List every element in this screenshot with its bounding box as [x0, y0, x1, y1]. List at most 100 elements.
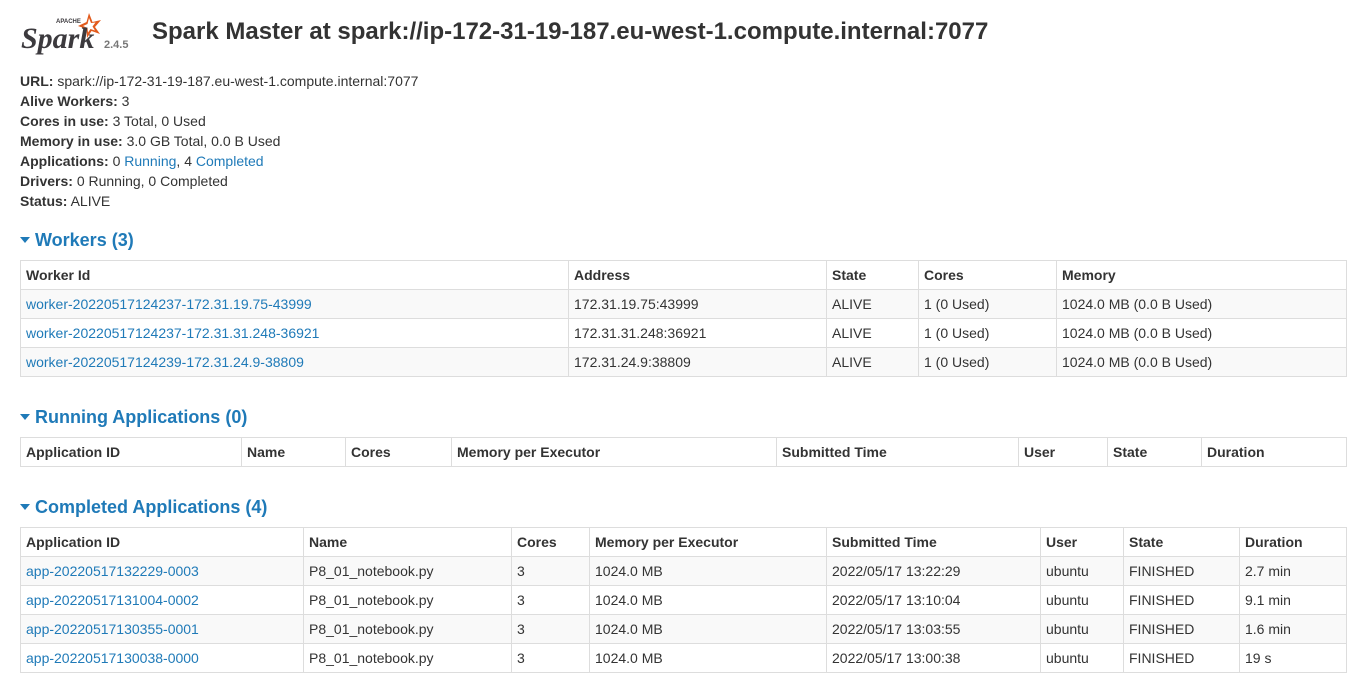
- cell-state: ALIVE: [826, 347, 919, 377]
- column-header-memory-per-executor[interactable]: Memory per Executor: [451, 437, 777, 467]
- column-header-duration[interactable]: Duration: [1201, 437, 1347, 467]
- cell-name: P8_01_notebook.py: [303, 643, 512, 673]
- cell-memory-per-executor: 1024.0 MB: [589, 614, 827, 644]
- running-apps-link[interactable]: Running: [124, 153, 176, 169]
- cell-name: P8_01_notebook.py: [303, 614, 512, 644]
- workers-heading: Workers (3): [35, 230, 134, 250]
- completed-apps-section-toggle[interactable]: Completed Applications (4): [20, 495, 267, 519]
- completed-apps-heading: Completed Applications (4): [35, 497, 268, 517]
- page-title: Spark Master at spark://ip-172-31-19-187…: [152, 18, 989, 45]
- completed-app-row: app-20220517131004-0002 P8_01_notebook.py…: [20, 585, 1347, 615]
- cell-application-id: app-20220517130355-0001: [20, 614, 304, 644]
- cell-user: ubuntu: [1040, 643, 1124, 673]
- worker-row: worker-20220517124237-172.31.19.75-43999…: [20, 289, 1347, 319]
- cell-memory: 1024.0 MB (0.0 B Used): [1056, 318, 1347, 348]
- cell-state: FINISHED: [1123, 556, 1240, 586]
- column-header-state[interactable]: State: [1123, 527, 1240, 557]
- column-header-cores[interactable]: Cores: [345, 437, 452, 467]
- column-header-cores[interactable]: Cores: [511, 527, 590, 557]
- application-id-link[interactable]: app-20220517130038-0000: [26, 650, 199, 666]
- collapse-caret-icon: [20, 236, 30, 243]
- worker-id-link[interactable]: worker-20220517124237-172.31.31.248-3692…: [26, 325, 319, 341]
- column-header-name[interactable]: Name: [303, 527, 512, 557]
- application-id-link[interactable]: app-20220517130355-0001: [26, 621, 199, 637]
- cell-state: FINISHED: [1123, 614, 1240, 644]
- workers-table: Worker Id Address State Cores Memory worker-…: [20, 260, 1347, 377]
- column-header-user[interactable]: User: [1040, 527, 1124, 557]
- column-header-memory-per-executor[interactable]: Memory per Executor: [589, 527, 827, 557]
- cell-memory: 1024.0 MB (0.0 B Used): [1056, 347, 1347, 377]
- column-header-name[interactable]: Name: [241, 437, 346, 467]
- cell-state: ALIVE: [826, 289, 919, 319]
- workers-header-row: Worker Id Address State Cores Memory: [20, 260, 1347, 290]
- column-header-state[interactable]: State: [1107, 437, 1202, 467]
- cell-application-id: app-20220517131004-0002: [20, 585, 304, 615]
- cell-submitted-time: 2022/05/17 13:22:29: [826, 556, 1041, 586]
- cell-worker-id: worker-20220517124239-172.31.24.9-38809: [20, 347, 569, 377]
- completed-apps-link[interactable]: Completed: [196, 153, 264, 169]
- running-apps-table: Application ID Name Cores Memory per Execut…: [20, 437, 1347, 467]
- cell-address: 172.31.19.75:43999: [568, 289, 827, 319]
- column-header-cores[interactable]: Cores: [918, 260, 1057, 290]
- column-header-application-id[interactable]: Application ID: [20, 527, 304, 557]
- cell-memory-per-executor: 1024.0 MB: [589, 585, 827, 615]
- column-header-submitted-time[interactable]: Submitted Time: [826, 527, 1041, 557]
- cell-name: P8_01_notebook.py: [303, 585, 512, 615]
- cell-cores: 1 (0 Used): [918, 318, 1057, 348]
- cell-state: ALIVE: [826, 318, 919, 348]
- worker-row: worker-20220517124239-172.31.24.9-38809 1…: [20, 347, 1347, 377]
- collapse-caret-icon: [20, 413, 30, 420]
- cell-duration: 19 s: [1239, 643, 1347, 673]
- worker-id-link[interactable]: worker-20220517124239-172.31.24.9-38809: [26, 354, 304, 370]
- column-header-duration[interactable]: Duration: [1239, 527, 1347, 557]
- completed-app-row: app-20220517130355-0001 P8_01_notebook.py…: [20, 614, 1347, 644]
- summary-status: Status: ALIVE: [20, 193, 111, 209]
- cell-state: FINISHED: [1123, 643, 1240, 673]
- completed-app-row: app-20220517132229-0003 P8_01_notebook.py…: [20, 556, 1347, 586]
- cell-duration: 1.6 min: [1239, 614, 1347, 644]
- column-header-worker-id[interactable]: Worker Id: [20, 260, 569, 290]
- cell-user: ubuntu: [1040, 585, 1124, 615]
- cell-cores: 3: [511, 643, 590, 673]
- cell-submitted-time: 2022/05/17 13:03:55: [826, 614, 1041, 644]
- cell-application-id: app-20220517132229-0003: [20, 556, 304, 586]
- cell-address: 172.31.24.9:38809: [568, 347, 827, 377]
- cell-cores: 3: [511, 614, 590, 644]
- completed-apps-header-row: Application ID Name Cores Memory per Execut…: [20, 527, 1347, 557]
- cell-duration: 2.7 min: [1239, 556, 1347, 586]
- column-header-address[interactable]: Address: [568, 260, 827, 290]
- column-header-user[interactable]: User: [1018, 437, 1108, 467]
- cell-worker-id: worker-20220517124237-172.31.19.75-43999: [20, 289, 569, 319]
- spark-logo[interactable]: APACHE Spark 2.4.5: [20, 10, 130, 56]
- cell-address: 172.31.31.248:36921: [568, 318, 827, 348]
- spark-version: 2.4.5: [104, 39, 129, 51]
- running-apps-section-toggle[interactable]: Running Applications (0): [20, 405, 247, 429]
- cell-duration: 9.1 min: [1239, 585, 1347, 615]
- page-header: APACHE Spark 2.4.5 Spark Master at spark…: [20, 10, 1350, 56]
- column-header-application-id[interactable]: Application ID: [20, 437, 242, 467]
- summary-memory: Memory in use: 3.0 GB Total, 0.0 B Used: [20, 133, 281, 149]
- running-apps-header-row: Application ID Name Cores Memory per Execut…: [20, 437, 1347, 467]
- cell-memory-per-executor: 1024.0 MB: [589, 556, 827, 586]
- cell-submitted-time: 2022/05/17 13:10:04: [826, 585, 1041, 615]
- master-summary: URL: spark://ip-172-31-19-187.eu-west-1.…: [20, 71, 418, 211]
- application-id-link[interactable]: app-20220517131004-0002: [26, 592, 199, 608]
- cell-user: ubuntu: [1040, 614, 1124, 644]
- application-id-link[interactable]: app-20220517132229-0003: [26, 563, 199, 579]
- worker-id-link[interactable]: worker-20220517124237-172.31.19.75-43999: [26, 296, 312, 312]
- cell-cores: 3: [511, 556, 590, 586]
- cell-memory-per-executor: 1024.0 MB: [589, 643, 827, 673]
- workers-section-toggle[interactable]: Workers (3): [20, 228, 134, 252]
- spark-logo-icon: APACHE Spark: [21, 13, 101, 55]
- summary-url: URL: spark://ip-172-31-19-187.eu-west-1.…: [20, 73, 419, 89]
- worker-row: worker-20220517124237-172.31.31.248-3692…: [20, 318, 1347, 348]
- cell-cores: 1 (0 Used): [918, 347, 1057, 377]
- summary-alive-workers: Alive Workers: 3: [20, 93, 130, 109]
- column-header-submitted-time[interactable]: Submitted Time: [776, 437, 1019, 467]
- cell-state: FINISHED: [1123, 585, 1240, 615]
- column-header-memory[interactable]: Memory: [1056, 260, 1347, 290]
- cell-name: P8_01_notebook.py: [303, 556, 512, 586]
- cell-worker-id: worker-20220517124237-172.31.31.248-3692…: [20, 318, 569, 348]
- column-header-state[interactable]: State: [826, 260, 919, 290]
- completed-apps-table: Application ID Name Cores Memory per Execut…: [20, 527, 1347, 673]
